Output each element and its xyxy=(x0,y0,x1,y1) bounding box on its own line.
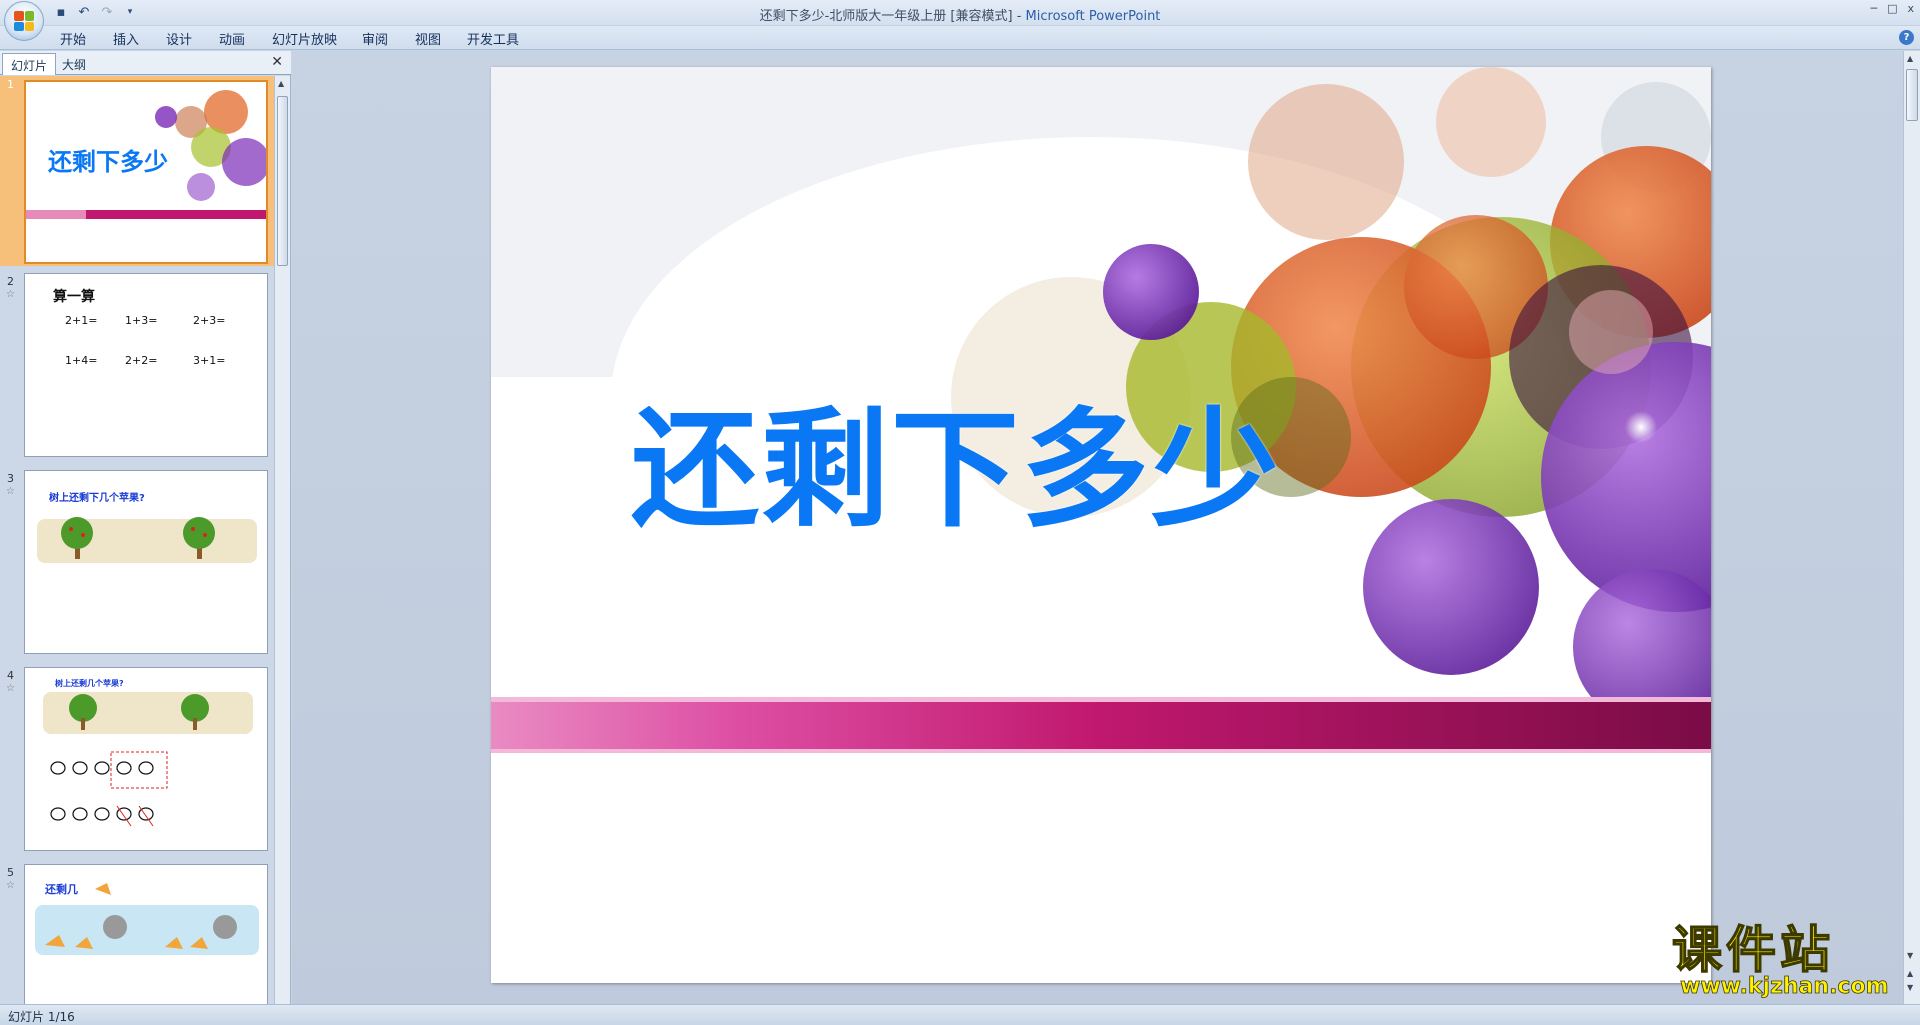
window-controls: ─ □ x xyxy=(1870,2,1914,15)
slide-4-preview: 树上还剩几个苹果? xyxy=(24,667,268,851)
slides-pane: 幻灯片 大纲 ✕ 1 还剩下多少 2 ☆ 算一算 2+1= 1+3= 2+3= … xyxy=(0,51,291,1004)
previous-slide-icon[interactable]: ▲ xyxy=(1907,969,1913,978)
thumbnail-slide-2[interactable]: 2 ☆ 算一算 2+1= 1+3= 2+3= 1+4= 2+2= 3+1= xyxy=(0,273,275,463)
thumbnail-slide-4[interactable]: 4 ☆ 树上还剩几个苹果? xyxy=(0,667,275,857)
thumbnail-list: 1 还剩下多少 2 ☆ 算一算 2+1= 1+3= 2+3= 1+4= 2+2=… xyxy=(0,76,275,1004)
help-icon[interactable]: ? xyxy=(1899,30,1914,45)
animation-star-icon: ☆ xyxy=(6,683,15,694)
thumbnail-slide-5[interactable]: 5 ☆ 还剩几 xyxy=(0,864,275,1004)
animation-star-icon: ☆ xyxy=(6,486,15,497)
eq-2-2: 2+2= xyxy=(125,354,158,367)
slide-4-question: 树上还剩几个苹果? xyxy=(55,679,124,688)
animation-star-icon: ☆ xyxy=(6,880,15,891)
slide-3-question: 树上还剩下几个苹果? xyxy=(49,493,145,504)
tab-outline[interactable]: 大纲 xyxy=(54,53,94,75)
pane-scrollbar[interactable]: ▲ xyxy=(274,76,290,1004)
slide-2-heading: 算一算 xyxy=(53,289,95,305)
slide-title[interactable]: 还剩下多少 xyxy=(631,407,1281,535)
slide-5-heading: 还剩几 xyxy=(45,883,78,896)
tab-developer[interactable]: 开发工具 xyxy=(467,29,519,48)
slide-number: 4 xyxy=(7,669,14,682)
watermark-title: 课件站 xyxy=(1671,921,1834,979)
eq-2-3: 3+1= xyxy=(193,354,226,367)
slide-3-preview: 树上还剩下几个苹果? xyxy=(24,470,268,654)
eq-1-3: 2+3= xyxy=(193,314,226,327)
office-logo-icon xyxy=(14,11,34,31)
close-button[interactable]: x xyxy=(1907,2,1914,15)
title-bar: ▪ ↶ ↷ ▾ 还剩下多少-北师版大一年级上册 [兼容模式] - Microso… xyxy=(0,0,1920,26)
watermark-url: www.kjzhan.com xyxy=(1680,974,1889,1000)
maximize-button[interactable]: □ xyxy=(1887,2,1897,15)
tab-insert[interactable]: 插入 xyxy=(113,29,139,48)
status-bar: 幻灯片 1/16 xyxy=(0,1004,1920,1025)
minimize-button[interactable]: ─ xyxy=(1870,2,1877,15)
eq-1-1: 2+1= xyxy=(65,314,98,327)
slide-number: 5 xyxy=(7,866,14,879)
tab-view[interactable]: 视图 xyxy=(415,29,441,48)
slide-editing-area: 还剩下多少 xyxy=(292,51,1903,1004)
slide-2-preview: 算一算 2+1= 1+3= 2+3= 1+4= 2+2= 3+1= xyxy=(24,273,268,457)
pane-tab-bar: 幻灯片 大纲 ✕ xyxy=(0,51,291,75)
site-watermark: 课件站 www.kjzhan.com xyxy=(1671,921,1904,1004)
main-slide[interactable]: 还剩下多少 xyxy=(491,67,1711,983)
slide-1-thumb-title: 还剩下多少 xyxy=(48,148,168,176)
scroll-up-icon[interactable]: ▲ xyxy=(1907,54,1913,63)
tab-slideshow[interactable]: 幻灯片放映 xyxy=(272,29,337,48)
scroll-down-icon[interactable]: ▼ xyxy=(1907,951,1913,960)
tab-review[interactable]: 审阅 xyxy=(362,29,388,48)
scroll-up-icon[interactable]: ▲ xyxy=(278,79,284,88)
slide-1-preview: 还剩下多少 xyxy=(24,80,268,264)
app-name: Microsoft PowerPoint xyxy=(1025,9,1161,24)
tab-home[interactable]: 开始 xyxy=(60,29,86,48)
vertical-scrollbar[interactable]: ▲ ▼ ▲ ▼ xyxy=(1903,51,1920,1004)
ribbon-tab-bar: 开始 插入 设计 动画 幻灯片放映 审阅 视图 开发工具 ? xyxy=(0,26,1920,50)
slide-number: 2 xyxy=(7,275,14,288)
tab-design[interactable]: 设计 xyxy=(166,29,192,48)
eq-2-1: 1+4= xyxy=(65,354,98,367)
eq-1-2: 1+3= xyxy=(125,314,158,327)
slide-counter: 幻灯片 1/16 xyxy=(8,1010,75,1024)
window-title: 还剩下多少-北师版大一年级上册 [兼容模式] - Microsoft Power… xyxy=(0,5,1920,24)
thumbnail-slide-3[interactable]: 3 ☆ 树上还剩下几个苹果? xyxy=(0,470,275,660)
thumbnail-slide-1[interactable]: 1 还剩下多少 xyxy=(0,76,275,266)
close-icon[interactable]: ✕ xyxy=(271,54,283,70)
scrollbar-thumb[interactable] xyxy=(277,96,288,266)
slide-number: 3 xyxy=(7,472,14,485)
circle-counting-illustration xyxy=(43,692,253,827)
office-button[interactable] xyxy=(4,1,44,41)
next-slide-icon[interactable]: ▼ xyxy=(1907,983,1913,992)
animation-star-icon: ☆ xyxy=(6,289,15,300)
tab-animations[interactable]: 动画 xyxy=(219,29,245,48)
scrollbar-thumb[interactable] xyxy=(1906,69,1918,121)
slide-5-preview: 还剩几 xyxy=(24,864,268,1004)
document-name: 还剩下多少-北师版大一年级上册 [兼容模式] xyxy=(759,9,1013,24)
title-separator: - xyxy=(1012,9,1026,24)
slide-number: 1 xyxy=(7,78,14,91)
tab-slides[interactable]: 幻灯片 xyxy=(2,53,57,75)
